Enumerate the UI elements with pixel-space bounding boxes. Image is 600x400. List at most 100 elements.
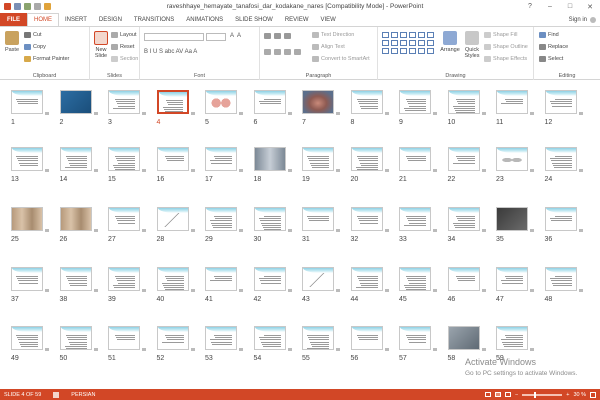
- slide-thumbnail[interactable]: [11, 267, 43, 291]
- slide-thumbnail[interactable]: [253, 267, 286, 291]
- undo-icon[interactable]: [24, 3, 31, 10]
- zoom-slider[interactable]: [522, 391, 563, 398]
- slide-thumbnail[interactable]: [205, 326, 237, 350]
- slide-thumbnail[interactable]: [350, 90, 383, 114]
- slide-thumbnail[interactable]: [253, 90, 286, 114]
- zoom-in-button[interactable]: +: [566, 392, 569, 398]
- slide-thumbnail[interactable]: [302, 207, 334, 231]
- slide-thumbnail[interactable]: [11, 207, 43, 231]
- shapes-gallery[interactable]: [382, 32, 438, 54]
- tab-animations[interactable]: ANIMATIONS: [180, 13, 229, 26]
- slide-counter[interactable]: SLIDE 4 OF 59: [4, 392, 41, 398]
- slide-thumbnail[interactable]: [108, 207, 140, 231]
- font-format-buttons[interactable]: B I U S abc AV Aa A: [144, 49, 197, 55]
- zoom-out-button[interactable]: −: [515, 392, 518, 398]
- slide-thumbnail[interactable]: [447, 326, 480, 350]
- slide-thumbnail[interactable]: [11, 90, 43, 114]
- shape-effects-button[interactable]: Shape Effects: [484, 56, 527, 62]
- select-button[interactable]: Select: [539, 56, 563, 62]
- slide-thumbnail[interactable]: [59, 147, 92, 171]
- text-direction-button[interactable]: Text Direction: [312, 32, 354, 38]
- slide-thumbnail[interactable]: [108, 267, 140, 291]
- tab-view[interactable]: VIEW: [315, 13, 342, 26]
- slide-thumbnail[interactable]: [156, 207, 189, 231]
- font-grow-shrink[interactable]: AA: [230, 33, 241, 39]
- replace-button[interactable]: Replace: [539, 44, 568, 50]
- slide-thumbnail[interactable]: [59, 326, 92, 350]
- slide-thumbnail[interactable]: [253, 326, 286, 350]
- tab-transitions[interactable]: TRANSITIONS: [128, 13, 180, 26]
- tab-design[interactable]: DESIGN: [93, 13, 128, 26]
- slide-thumbnail[interactable]: [205, 90, 237, 114]
- zoom-level[interactable]: 30 %: [573, 392, 586, 398]
- copy-button[interactable]: Copy: [24, 44, 46, 50]
- save-icon[interactable]: [14, 3, 21, 10]
- tab-home[interactable]: HOME: [27, 13, 59, 26]
- close-button[interactable]: ✕: [580, 0, 600, 13]
- quick-styles-button[interactable]: Quick Styles: [462, 31, 482, 59]
- slide-thumbnail[interactable]: [156, 147, 189, 171]
- slide-thumbnail[interactable]: [59, 90, 92, 114]
- tab-file[interactable]: FILE: [0, 13, 27, 26]
- shape-fill-button[interactable]: Shape Fill: [484, 32, 517, 38]
- slide-thumbnail[interactable]: [447, 147, 480, 171]
- reset-button[interactable]: Reset: [111, 44, 134, 50]
- slide-thumbnail[interactable]: [253, 207, 286, 231]
- zoom-slider-knob[interactable]: [534, 391, 537, 398]
- slide-sorter-view-icon[interactable]: [495, 392, 502, 397]
- slide-thumbnail[interactable]: [108, 90, 140, 114]
- slide-thumbnail[interactable]: [544, 267, 577, 291]
- arrange-button[interactable]: Arrange: [440, 31, 460, 53]
- slide-thumbnail[interactable]: [496, 267, 528, 291]
- slide-thumbnail[interactable]: [399, 147, 431, 171]
- slide-thumbnail[interactable]: [496, 90, 528, 114]
- find-button[interactable]: Find: [539, 32, 559, 38]
- maximize-button[interactable]: □: [560, 0, 580, 13]
- slide-thumbnail[interactable]: [205, 147, 237, 171]
- slide-thumbnail[interactable]: [205, 207, 237, 231]
- format-painter-button[interactable]: Format Painter: [24, 56, 69, 62]
- slide-thumbnail[interactable]: [496, 326, 528, 350]
- paste-button[interactable]: Paste: [3, 31, 21, 53]
- slide-thumbnail[interactable]: [350, 326, 383, 350]
- minimize-button[interactable]: –: [540, 0, 560, 13]
- slide-thumbnail[interactable]: [302, 326, 334, 350]
- smartart-button[interactable]: Convert to SmartArt: [312, 56, 370, 62]
- slide-thumbnail[interactable]: [59, 207, 92, 231]
- font-size-box[interactable]: [206, 33, 226, 41]
- slide-thumbnail[interactable]: [350, 147, 383, 171]
- slide-thumbnail[interactable]: [302, 147, 334, 171]
- slide-thumbnail[interactable]: [496, 147, 528, 171]
- list-buttons[interactable]: [264, 33, 291, 39]
- slide-thumbnail[interactable]: [399, 207, 431, 231]
- slide-thumbnail[interactable]: [544, 147, 577, 171]
- slide-thumbnail[interactable]: [108, 326, 140, 350]
- slide-thumbnail[interactable]: [544, 90, 577, 114]
- help-button[interactable]: ?: [520, 0, 540, 13]
- slide-thumbnail[interactable]: [156, 90, 189, 114]
- reading-view-icon[interactable]: [505, 392, 512, 397]
- tab-insert[interactable]: INSERT: [59, 13, 93, 26]
- slide-thumbnail[interactable]: [11, 147, 43, 171]
- cut-button[interactable]: Cut: [24, 32, 42, 38]
- slide-thumbnail[interactable]: [205, 267, 237, 291]
- section-button[interactable]: Section: [111, 56, 138, 62]
- slide-thumbnail[interactable]: [156, 267, 189, 291]
- normal-view-icon[interactable]: [485, 392, 492, 397]
- slide-thumbnail[interactable]: [156, 326, 189, 350]
- sign-in[interactable]: Sign in: [569, 13, 600, 26]
- slide-thumbnail[interactable]: [447, 207, 480, 231]
- slide-thumbnail[interactable]: [447, 267, 480, 291]
- slide-thumbnail[interactable]: [11, 326, 43, 350]
- tab-review[interactable]: REVIEW: [279, 13, 315, 26]
- layout-button[interactable]: Layout: [111, 32, 137, 38]
- slide-thumbnail[interactable]: [447, 90, 480, 114]
- tab-slide-show[interactable]: SLIDE SHOW: [229, 13, 279, 26]
- slide-thumbnail[interactable]: [399, 267, 431, 291]
- fit-slide-icon[interactable]: [590, 391, 596, 398]
- shape-outline-button[interactable]: Shape Outline: [484, 44, 528, 50]
- slide-thumbnail[interactable]: [253, 147, 286, 171]
- slide-thumbnail[interactable]: [302, 267, 334, 291]
- slideshow-icon[interactable]: [44, 3, 51, 10]
- slide-thumbnail[interactable]: [302, 90, 334, 114]
